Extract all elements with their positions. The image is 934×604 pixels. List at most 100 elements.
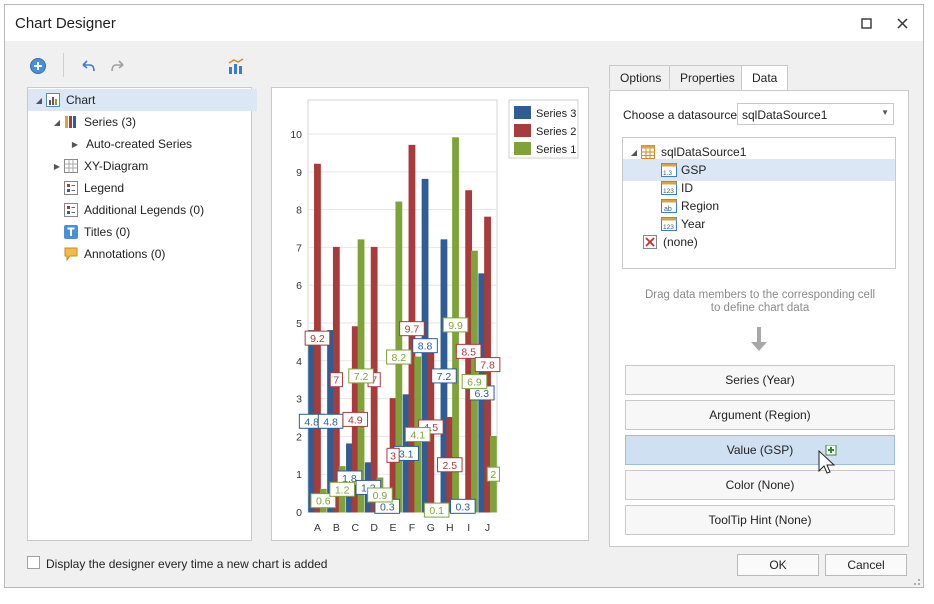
tab-options[interactable]: Options — [609, 65, 673, 89]
expand-arrow-icon[interactable]: ◢ — [34, 96, 44, 105]
resize-grip-icon[interactable] — [911, 575, 921, 585]
x-tick-label: A — [314, 522, 321, 534]
maximize-button[interactable] — [855, 13, 877, 33]
tab-data[interactable]: Data — [741, 65, 789, 91]
text-field-icon: ab — [661, 199, 677, 213]
title-bar: Chart Designer — [5, 5, 923, 41]
data-label: 4.1 — [410, 430, 425, 442]
properties-panel: Options Properties Data Choose a datasou… — [609, 65, 909, 547]
tree-item-additional-legends[interactable]: Additional Legends (0) — [28, 199, 204, 221]
tree-item-series[interactable]: ◢ Series (3) — [28, 111, 136, 133]
legend-label: Series 1 — [536, 144, 576, 156]
data-label: 0.3 — [456, 501, 471, 513]
chart-elements-tree: ◢ Chart ◢ Series (3) ▶ Auto-created Seri… — [27, 87, 257, 541]
tree-item-label: Annotations (0) — [84, 247, 166, 261]
color-cell[interactable]: Color (None) — [625, 470, 895, 500]
field-label: GSP — [681, 163, 707, 177]
data-label: 7.2 — [437, 371, 452, 383]
series-icon — [64, 115, 78, 129]
tree-item-label: XY-Diagram — [84, 159, 149, 173]
x-tick-label: H — [446, 522, 454, 534]
field-type-text: 123 — [663, 188, 674, 195]
datasource-label: Choose a datasource: — [623, 108, 741, 122]
y-tick-label: 1 — [296, 469, 302, 481]
data-label: 4.9 — [348, 414, 363, 426]
maximize-icon — [860, 17, 872, 29]
datasource-root-label: sqlDataSource1 — [661, 145, 747, 159]
cancel-button[interactable]: Cancel — [825, 554, 907, 576]
datasource-select[interactable]: sqlDataSource1 ▼ — [737, 103, 894, 125]
legend-marker — [514, 142, 531, 155]
legend-label: Series 3 — [536, 108, 576, 120]
data-label: 8.8 — [418, 341, 433, 353]
y-tick-label: 4 — [296, 356, 302, 368]
redo-icon[interactable] — [109, 57, 127, 75]
datasource-none[interactable]: (none) — [623, 231, 698, 253]
y-tick-label: 7 — [296, 242, 302, 254]
y-tick-label: 3 — [296, 394, 302, 406]
data-label: 4.8 — [304, 416, 319, 428]
data-label: 2.5 — [442, 460, 457, 472]
x-tick-label: C — [351, 522, 359, 534]
y-tick-label: 2 — [296, 431, 302, 443]
tree-item-auto-created-series[interactable]: ▶ Auto-created Series — [28, 133, 192, 155]
show-designer-label[interactable]: Display the designer every time a new ch… — [46, 557, 327, 571]
window-title: Chart Designer — [15, 15, 116, 32]
legend-icon — [64, 181, 78, 195]
chevron-down-icon[interactable]: ▼ — [881, 108, 889, 117]
tab-properties[interactable]: Properties — [669, 65, 746, 89]
integer-field-icon: 123 — [661, 217, 677, 231]
tree-item-chart[interactable]: ◢ Chart — [28, 89, 257, 111]
series-cell[interactable]: Series (Year) — [625, 365, 895, 395]
tree-item-label: Titles (0) — [84, 225, 131, 239]
data-label: 0.1 — [429, 505, 444, 517]
chart-preview[interactable]: 012345678910ABCDEFGHIJ4.84.81.81.30.33.1… — [271, 87, 589, 541]
field-type-text: 1.3 — [663, 170, 672, 177]
tree-item-legend[interactable]: Legend — [28, 177, 124, 199]
diagram-icon — [64, 159, 78, 173]
expand-arrow-icon[interactable]: ◢ — [52, 118, 62, 127]
field-type-text: 123 — [663, 224, 674, 231]
tree-item-label: Chart — [66, 93, 96, 107]
datasource-none-label: (none) — [663, 235, 698, 249]
data-label: 6.9 — [467, 377, 482, 389]
tree-item-xy-diagram[interactable]: ▶ XY-Diagram — [28, 155, 148, 177]
data-label: 7.8 — [480, 360, 495, 372]
argument-cell[interactable]: Argument (Region) — [625, 400, 895, 430]
collapse-arrow-icon[interactable]: ▶ — [52, 162, 62, 171]
data-label: 7.2 — [354, 371, 369, 383]
title-icon — [64, 225, 78, 239]
tree-item-annotations[interactable]: Annotations (0) — [28, 243, 165, 265]
y-tick-label: 8 — [296, 205, 302, 217]
x-tick-label: J — [485, 522, 490, 534]
legend-icon — [64, 203, 78, 217]
show-designer-checkbox[interactable] — [27, 556, 40, 569]
datasource-tree: ◢ sqlDataSource1 1.3 GSP 123 ID ab Regio… — [622, 137, 896, 269]
field-label: ID — [681, 181, 693, 195]
y-tick-label: 10 — [290, 129, 302, 141]
undo-icon[interactable] — [79, 57, 97, 75]
data-label: 0.9 — [373, 490, 388, 502]
collapse-arrow-icon[interactable]: ▶ — [70, 140, 80, 149]
data-label: 0.6 — [316, 496, 331, 508]
arrow-down-icon — [750, 327, 768, 356]
close-button[interactable] — [891, 13, 913, 33]
legend-label: Series 2 — [536, 126, 576, 138]
x-tick-label: E — [390, 522, 397, 534]
y-tick-label: 0 — [296, 507, 302, 519]
ok-button[interactable]: OK — [737, 554, 819, 576]
add-icon[interactable] — [29, 57, 47, 75]
tree-item-titles[interactable]: Titles (0) — [28, 221, 130, 243]
integer-field-icon: 123 — [661, 181, 677, 195]
expand-arrow-icon[interactable]: ◢ — [629, 148, 639, 157]
tree-item-label: Legend — [84, 181, 125, 195]
data-label: 2 — [490, 469, 496, 481]
data-label: 8.2 — [392, 352, 407, 364]
annotation-icon — [64, 247, 78, 262]
y-tick-label: 6 — [296, 280, 302, 292]
tooltip-hint-cell[interactable]: ToolTip Hint (None) — [625, 505, 895, 535]
value-cell[interactable]: Value (GSP) — [625, 435, 895, 465]
chart-wizard-icon[interactable] — [227, 57, 245, 75]
x-tick-label: G — [427, 522, 435, 534]
tree-item-label: Auto-created Series — [86, 137, 193, 151]
